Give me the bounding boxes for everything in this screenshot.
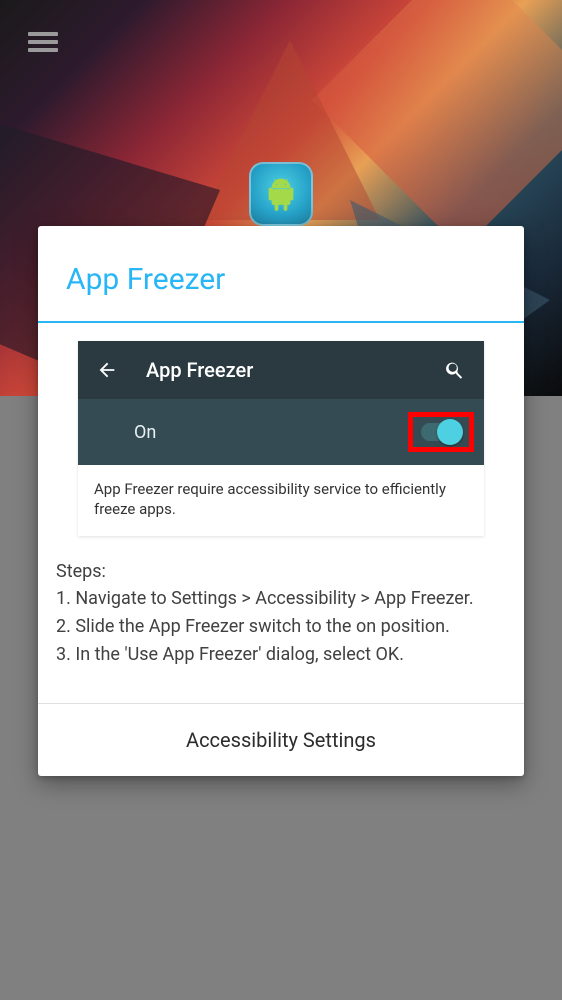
screenshot-toolbar: App Freezer [78, 341, 484, 399]
instruction-screenshot: App Freezer On App Freezer require acces… [78, 341, 484, 536]
hamburger-icon[interactable] [28, 32, 58, 52]
dialog-body: App Freezer On App Freezer require acces… [38, 323, 524, 703]
dialog-title: App Freezer [66, 262, 496, 297]
screenshot-toggle-row: On [78, 399, 484, 465]
screenshot-toolbar-title: App Freezer [146, 358, 416, 382]
steps-heading: Steps: [56, 558, 506, 586]
steps-text: Steps: 1. Navigate to Settings > Accessi… [56, 536, 506, 692]
step-3: 3. In the 'Use App Freezer' dialog, sele… [56, 641, 506, 669]
screenshot-toggle-label: On [134, 422, 156, 443]
dialog-footer: Accessibility Settings [38, 703, 524, 776]
step-1: 1. Navigate to Settings > Accessibility … [56, 585, 506, 613]
toggle-knob [437, 419, 463, 445]
back-arrow-icon [96, 359, 118, 381]
accessibility-settings-button[interactable]: Accessibility Settings [186, 728, 376, 752]
toggle-on-icon [421, 423, 461, 441]
app-freezer-icon[interactable] [249, 162, 313, 226]
dialog-header: App Freezer [38, 226, 524, 321]
android-robot-icon [263, 176, 299, 212]
toggle-highlight-box [408, 412, 474, 452]
app-freezer-dialog: App Freezer App Freezer On [38, 226, 524, 776]
search-icon [444, 359, 466, 381]
step-2: 2. Slide the App Freezer switch to the o… [56, 613, 506, 641]
screenshot-caption: App Freezer require accessibility servic… [78, 465, 484, 536]
